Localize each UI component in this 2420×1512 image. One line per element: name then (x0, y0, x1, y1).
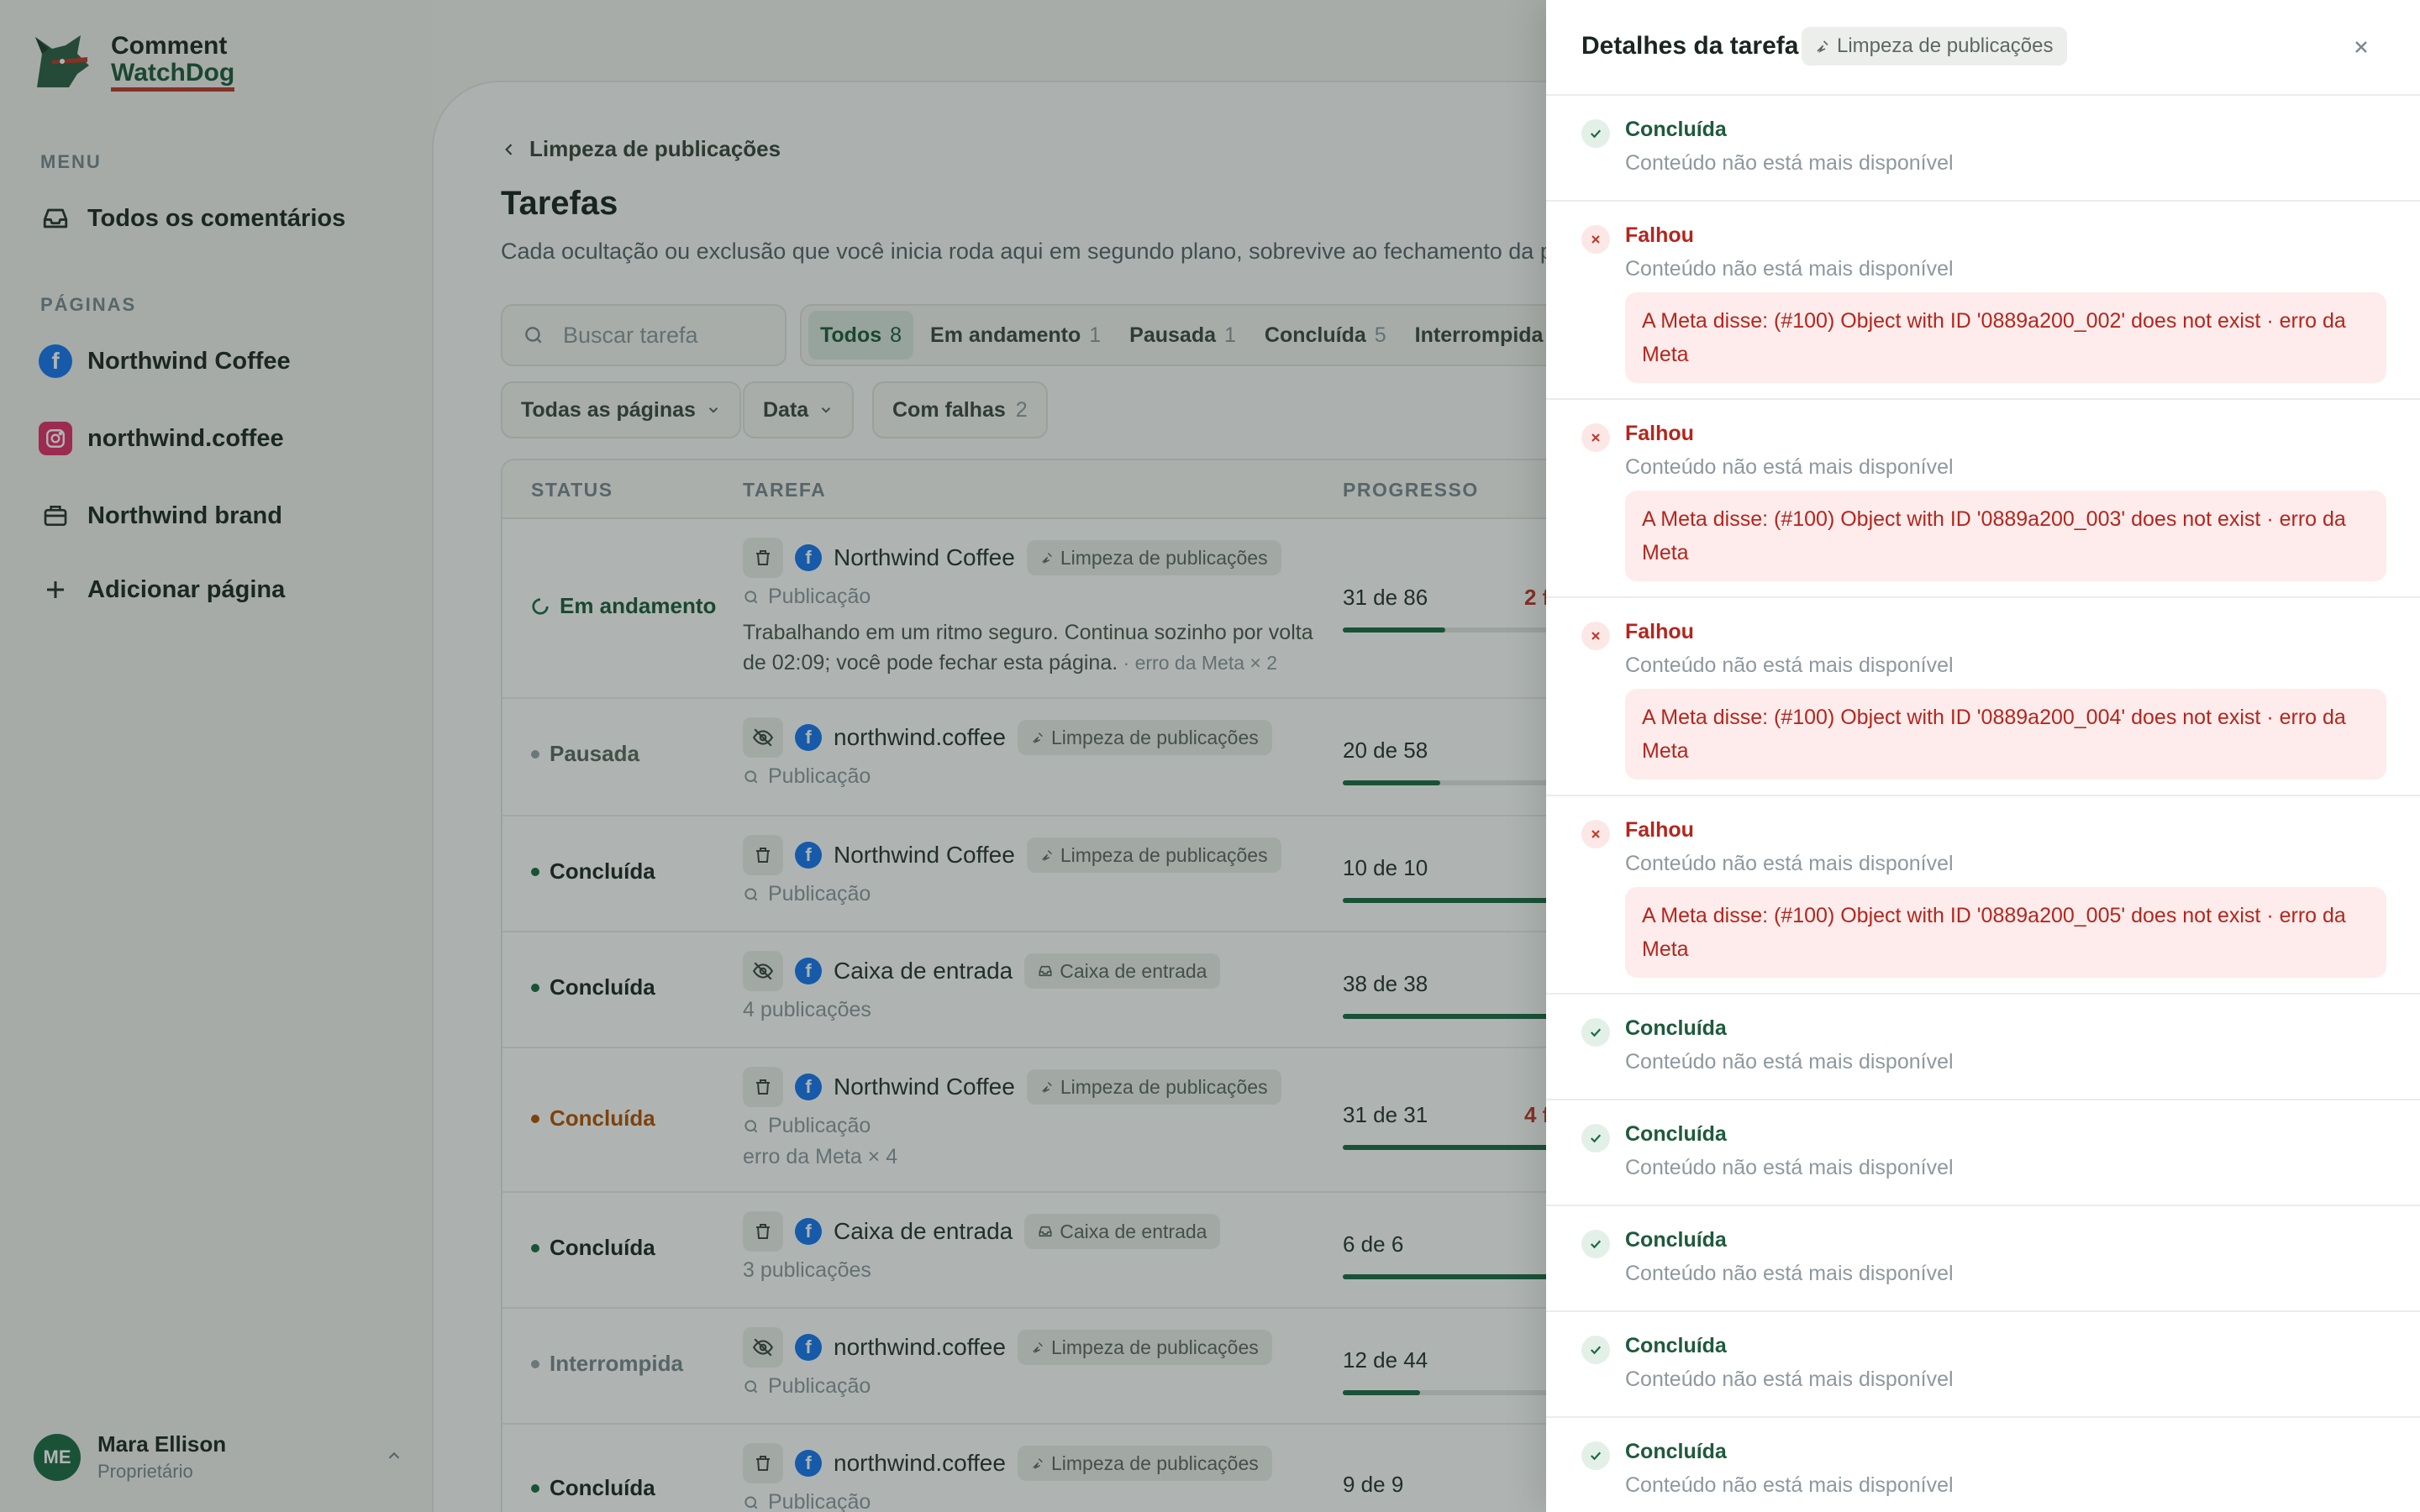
close-button[interactable] (2346, 32, 2376, 62)
task-item-result: Concluída Conteúdo não está mais disponí… (1546, 96, 2420, 202)
result-description: Conteúdo não está mais disponível (1625, 654, 1954, 677)
result-description: Conteúdo não está mais disponível (1625, 257, 1954, 281)
task-item-result: Falhou Conteúdo não está mais disponível… (1546, 796, 2420, 995)
error-message: A Meta disse: (#100) Object with ID '088… (1625, 887, 2386, 978)
task-type-chip: Limpeza de publicações (1802, 27, 2067, 66)
app: Comment WatchDog MENU Todos os comentári… (0, 0, 2420, 1512)
error-message: A Meta disse: (#100) Object with ID '088… (1625, 491, 2386, 581)
error-x-icon (1581, 423, 1610, 452)
panel-header: Detalhes da tarefa Limpeza de publicaçõe… (1546, 0, 2420, 96)
check-icon (1581, 119, 1610, 148)
check-icon (1581, 1336, 1610, 1364)
task-item-result: Concluída Conteúdo não está mais disponí… (1546, 1312, 2420, 1418)
task-item-result: Falhou Conteúdo não está mais disponível… (1546, 598, 2420, 796)
task-item-result: Concluída Conteúdo não está mais disponí… (1546, 1206, 2420, 1312)
close-icon (2355, 41, 2367, 53)
broom-icon (1817, 40, 1828, 53)
result-title: Falhou (1625, 818, 1694, 842)
result-title: Falhou (1625, 223, 1694, 247)
result-description: Conteúdo não está mais disponível (1625, 852, 1954, 875)
task-item-result: Falhou Conteúdo não está mais disponível… (1546, 202, 2420, 400)
result-title: Concluída (1625, 1334, 1727, 1357)
check-icon (1581, 1018, 1610, 1047)
result-title: Concluída (1625, 118, 1727, 141)
result-title: Concluída (1625, 1016, 1727, 1040)
result-title: Falhou (1625, 422, 1694, 445)
check-icon (1581, 1441, 1610, 1470)
error-x-icon (1581, 622, 1610, 650)
check-icon (1581, 1230, 1610, 1258)
error-x-icon (1581, 820, 1610, 848)
result-description: Conteúdo não está mais disponível (1625, 455, 1954, 479)
panel-title: Detalhes da tarefa (1581, 32, 1799, 60)
error-message: A Meta disse: (#100) Object with ID '088… (1625, 292, 2386, 383)
result-description: Conteúdo não está mais disponível (1625, 1262, 1954, 1285)
task-item-result: Falhou Conteúdo não está mais disponível… (1546, 400, 2420, 598)
result-title: Concluída (1625, 1228, 1727, 1252)
result-title: Concluída (1625, 1122, 1727, 1146)
chip-label: Limpeza de publicações (1837, 34, 2054, 57)
result-description: Conteúdo não está mais disponível (1625, 1050, 1954, 1074)
result-description: Conteúdo não está mais disponível (1625, 151, 1954, 175)
task-item-result: Concluída Conteúdo não está mais disponí… (1546, 1418, 2420, 1512)
modal-backdrop[interactable] (0, 0, 1546, 1512)
check-icon (1581, 1124, 1610, 1152)
result-description: Conteúdo não está mais disponível (1625, 1156, 1954, 1179)
task-item-result: Concluída Conteúdo não está mais disponí… (1546, 1100, 2420, 1206)
result-title: Concluída (1625, 1440, 1727, 1463)
task-item-result: Concluída Conteúdo não está mais disponí… (1546, 995, 2420, 1100)
error-message: A Meta disse: (#100) Object with ID '088… (1625, 689, 2386, 780)
task-details-panel: Detalhes da tarefa Limpeza de publicaçõe… (1546, 0, 2420, 1512)
result-description: Conteúdo não está mais disponível (1625, 1473, 1954, 1497)
error-x-icon (1581, 225, 1610, 254)
result-description: Conteúdo não está mais disponível (1625, 1368, 1954, 1391)
result-title: Falhou (1625, 620, 1694, 643)
